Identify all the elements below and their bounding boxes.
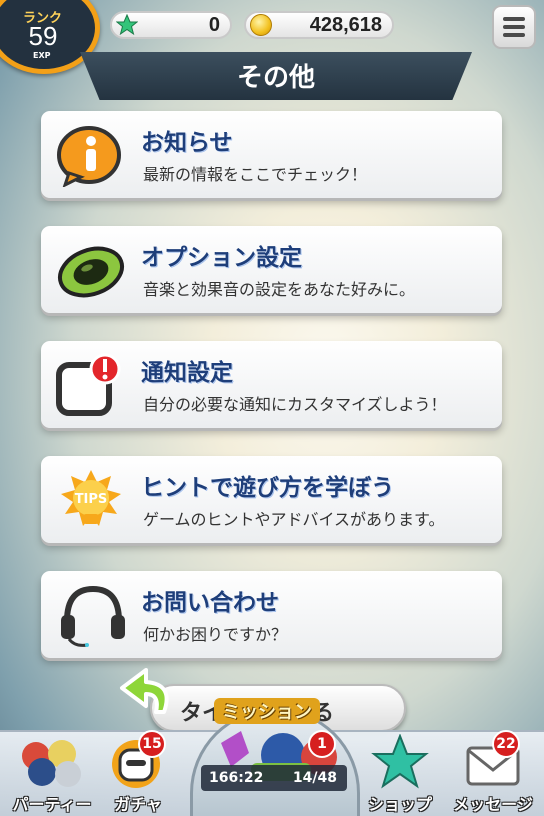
info-icon xyxy=(55,123,127,188)
menu-item-options[interactable]: オプション設定 音楽と効果音の設定をあなた好みに。 xyxy=(41,226,502,313)
card-title: オプション設定 xyxy=(141,245,302,271)
star-counter: 0 xyxy=(110,11,232,39)
coin-counter: 428,618 xyxy=(244,11,394,39)
tips-bulb-icon: TIPS xyxy=(55,468,127,532)
nav-shop[interactable]: ショップ xyxy=(362,732,438,816)
card-title: お知らせ xyxy=(141,130,233,156)
menu-icon xyxy=(503,17,525,21)
speaker-icon xyxy=(55,238,127,302)
message-badge: 22 xyxy=(492,730,520,758)
card-subtitle: 最新の情報をここでチェック！ xyxy=(143,165,368,184)
gacha-badge: 15 xyxy=(138,730,166,758)
card-subtitle: 自分の必要な通知にカスタマイズしよう！ xyxy=(143,395,447,414)
menu-item-tips[interactable]: TIPS ヒントで遊び方を学ぼう ゲームのヒントやアドバイスがあります。 xyxy=(41,456,502,543)
nav-message-label: メッセージ xyxy=(453,795,533,814)
nav-party-label: パーティー xyxy=(12,795,92,814)
nav-shop-label: ショップ xyxy=(367,795,432,814)
card-subtitle: ゲームのヒントやアドバイスがあります。 xyxy=(143,510,445,529)
hamburger-menu-button[interactable] xyxy=(492,5,536,49)
card-title: 通知設定 xyxy=(141,360,233,386)
title-bar: その他 xyxy=(80,52,472,100)
card-title: お問い合わせ xyxy=(141,590,279,616)
svg-text:TIPS: TIPS xyxy=(75,492,108,507)
stamina-timer: 166:22 xyxy=(209,770,264,786)
star-count: 0 xyxy=(208,14,220,36)
mission-panel[interactable]: 166:22 14/48 xyxy=(190,708,360,816)
card-subtitle: 音楽と効果音の設定をあなた好みに。 xyxy=(143,280,416,299)
shop-star-icon xyxy=(370,733,430,790)
card-title: ヒントで遊び方を学ぼう xyxy=(141,475,394,501)
nav-message[interactable]: 22 メッセージ xyxy=(446,730,540,816)
notification-icon xyxy=(55,353,127,417)
headset-icon xyxy=(55,583,127,647)
card-subtitle: 何かお困りですか？ xyxy=(143,625,288,644)
page-title: その他 xyxy=(236,63,315,93)
bottom-navigation: パーティー 15 ガチャ 166:22 14/48 ミッション 1 ショップ 2… xyxy=(0,698,544,816)
menu-item-news[interactable]: お知らせ 最新の情報をここでチェック！ xyxy=(41,111,502,198)
mission-label[interactable]: ミッション xyxy=(214,698,320,724)
mission-badge: 1 xyxy=(308,730,336,758)
gold-coin-icon xyxy=(250,14,272,36)
exp-label: EXP xyxy=(33,51,51,60)
nav-party[interactable]: パーティー xyxy=(4,732,100,816)
return-arrow-icon[interactable] xyxy=(116,660,182,726)
menu-item-notification-settings[interactable]: 通知設定 自分の必要な通知にカスタマイズしよう！ xyxy=(41,341,502,428)
menu-item-contact[interactable]: お問い合わせ 何かお困りですか？ xyxy=(41,571,502,658)
rank-value: 59 xyxy=(28,21,58,51)
stamina-meter: 166:22 14/48 xyxy=(201,765,347,791)
top-status-bar: ランク 59 EXP 0 428,618 xyxy=(0,0,544,74)
green-star-icon xyxy=(116,14,138,36)
nav-gacha-label: ガチャ xyxy=(114,795,162,814)
coin-count: 428,618 xyxy=(309,14,382,36)
party-characters-icon xyxy=(16,734,88,790)
nav-gacha[interactable]: 15 ガチャ xyxy=(100,730,176,816)
stamina-count: 14/48 xyxy=(292,770,337,786)
